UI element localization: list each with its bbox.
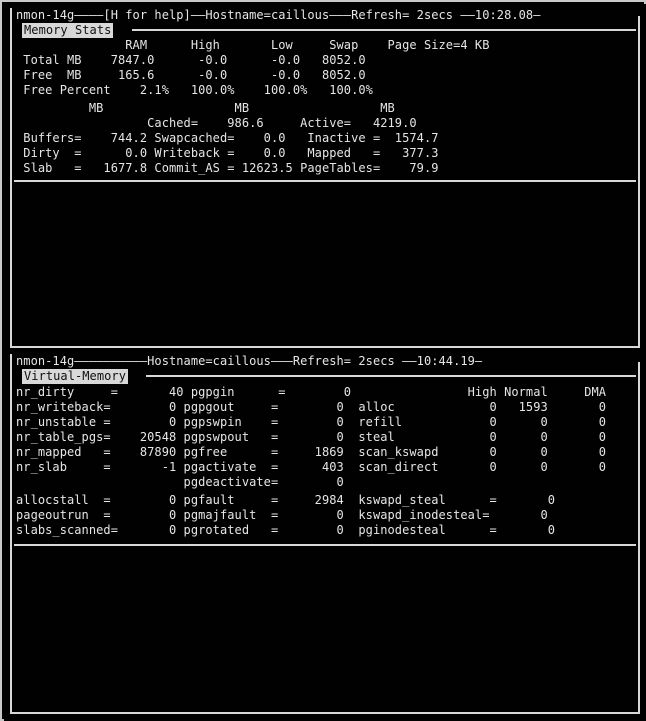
vm-line-8: pageoutrun = 0 pgmajfault = 0 kswapd_ino… <box>16 508 548 522</box>
memory-line-7: Dirty = 0.0 Writeback = 0.0 Mapped = 377… <box>16 146 439 160</box>
memory-line-2: Free MB 165.6 -0.0 -0.0 8052.0 <box>16 68 366 82</box>
panel-border-right <box>638 16 640 348</box>
memory-line-6: Buffers= 744.2 Swapcached= 0.0 Inactive … <box>16 131 439 145</box>
memory-line-1: Total MB 7847.0 -0.0 -0.0 8052.0 <box>16 53 366 67</box>
vm-line-1: nr_writeback= 0 pgpgout = 0 alloc 0 1593… <box>16 400 607 414</box>
vm-line-5: nr_slab = -1 pgactivate = 403 scan_direc… <box>16 460 607 474</box>
terminal-screen: nmon-14g————[H for help]——Hostname=caill… <box>4 4 646 721</box>
panel-titlebar: nmon-14g——————————Hostname=caillous———Re… <box>16 354 483 368</box>
memory-line-0: RAM High Low Swap Page Size=4 KB <box>16 38 490 52</box>
section-label-rule <box>132 29 636 31</box>
section-label-memory-stats: Memory Stats <box>22 23 114 38</box>
panel-separator-rule <box>14 544 636 546</box>
vm-line-9: slabs_scanned= 0 pgrotated = 0 pginodest… <box>16 523 556 537</box>
panel-border-left <box>10 8 12 348</box>
vm-line-6: pgdeactivate= 0 <box>16 475 344 489</box>
vm-line-3: nr_table_pgs= 20548 pgpswpout = 0 steal … <box>16 430 607 444</box>
section-label-virtual-memory: Virtual-Memory <box>22 369 128 384</box>
panel-virtual-memory: nmon-14g——————————Hostname=caillous———Re… <box>10 354 640 714</box>
vm-line-2: nr_unstable = 0 pgpswpin = 0 refill 0 0 … <box>16 415 607 429</box>
section-label-rule <box>146 375 636 377</box>
panel-separator-rule <box>14 180 636 182</box>
panel-border-bottom <box>10 712 640 714</box>
panel-border-bottom <box>10 346 640 348</box>
panel-border-left <box>10 354 12 714</box>
panel-titlebar: nmon-14g————[H for help]——Hostname=caill… <box>16 8 541 22</box>
panel-memory-stats: nmon-14g————[H for help]——Hostname=caill… <box>10 8 640 348</box>
vm-line-4: nr_mapped = 87890 pgfree = 1869 scan_ksw… <box>16 445 607 459</box>
memory-line-4: MB MB MB <box>16 101 395 115</box>
terminal-window: nmon-14g————[H for help]——Hostname=caill… <box>0 0 646 721</box>
vm-line-0: nr_dirty = 40 pgpgin = 0 High Normal DMA <box>16 385 607 399</box>
memory-line-5: Cached= 986.6 Active= 4219.0 <box>16 116 417 130</box>
memory-line-8: Slab = 1677.8 Commit_AS = 12623.5 PageTa… <box>16 161 439 175</box>
vm-line-7: allocstall = 0 pgfault = 2984 kswapd_ste… <box>16 493 556 507</box>
panel-border-right <box>638 362 640 714</box>
memory-line-3: Free Percent 2.1% 100.0% 100.0% 100.0% <box>16 83 373 97</box>
